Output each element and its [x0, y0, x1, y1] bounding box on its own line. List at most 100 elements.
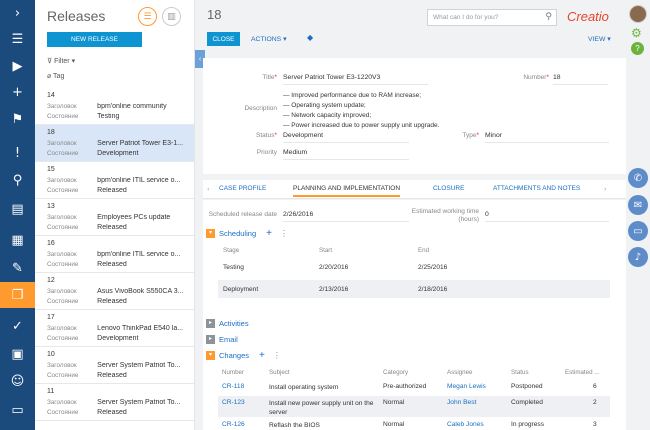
table-link[interactable]: CR-126	[222, 421, 245, 428]
analytics-view-icon[interactable]: ▥	[162, 7, 181, 26]
tab-planning-and-implementation[interactable]: PLANNING AND IMPLEMENTATION	[293, 185, 401, 197]
collapse-icon[interactable]: ▾	[206, 351, 215, 360]
table-link[interactable]: CR-123	[222, 399, 245, 406]
tab-case-profile[interactable]: CASE PROFILE	[219, 185, 266, 192]
column-header[interactable]: Estimated ...	[565, 369, 599, 376]
filter-button[interactable]: ⊽ Filter ▾	[47, 57, 75, 65]
description-field[interactable]: — Improved performance due to RAM increa…	[283, 91, 458, 131]
priority-field[interactable]: Medium	[283, 147, 409, 160]
phone-icon[interactable]: ✆	[628, 168, 648, 188]
column-header[interactable]: End	[418, 247, 429, 254]
list-view-icon[interactable]: ☰	[138, 7, 157, 26]
field-label: Заголовок	[47, 287, 77, 295]
book-icon[interactable]: ▤	[0, 196, 35, 222]
user-settings-icon[interactable]: ☺	[0, 368, 35, 394]
tabs-scroll-right-icon[interactable]: ›	[604, 185, 607, 193]
close-button[interactable]: CLOSE	[207, 32, 240, 46]
record-status-row: Состояние Development	[47, 148, 184, 158]
tag-button[interactable]: ⌀ Tag	[47, 72, 64, 80]
bell-icon[interactable]: ♪	[628, 247, 648, 267]
list-item[interactable]: 15 Заголовок bpm'online ITIL service o... С…	[35, 162, 194, 199]
list-item[interactable]: 13 Заголовок Employees PCs update Состояние…	[35, 199, 194, 236]
more-icon[interactable]: ⋮	[280, 229, 288, 238]
column-header[interactable]: Number	[222, 369, 244, 376]
record-title-row: Заголовок bpm'online ITIL service o...	[47, 249, 184, 259]
chevron-right-icon[interactable]: ›	[0, 0, 35, 26]
gear-icon[interactable]: ⚙	[631, 26, 642, 40]
chat-icon[interactable]: ▭	[628, 221, 648, 241]
column-header[interactable]: Subject	[269, 369, 290, 376]
activities-section[interactable]: ▸ Activities	[206, 319, 249, 328]
list-item[interactable]: 16 Заголовок bpm'online ITIL service o... С…	[35, 236, 194, 273]
avatar[interactable]	[629, 5, 647, 23]
list-item[interactable]: 10 Заголовок Server System Patriot To... Со…	[35, 347, 194, 384]
chat-icon[interactable]: ▭	[0, 397, 35, 423]
plus-icon[interactable]: +	[0, 79, 35, 105]
email-section[interactable]: ▸ Email	[206, 335, 238, 344]
type-label: Type*	[462, 132, 479, 139]
number-field[interactable]: 18	[553, 72, 608, 85]
activities-title: Activities	[219, 319, 249, 328]
table-link[interactable]: John Best	[447, 399, 476, 406]
page-title: 18	[207, 7, 222, 22]
tab-closure[interactable]: CLOSURE	[433, 185, 464, 192]
collapse-icon[interactable]: ▾	[206, 229, 215, 238]
list-item[interactable]: 17 Заголовок Lenovo ThinkPad E540 la... Сос…	[35, 310, 194, 347]
title-field[interactable]: Server Patriot Tower E3-1220V3	[283, 72, 428, 85]
flag-icon[interactable]: ⚑	[0, 106, 35, 132]
scheduled-date-field[interactable]: 2/26/2016	[283, 209, 409, 222]
list-item[interactable]: 14 Заголовок bpm'online community Состояние…	[35, 88, 194, 125]
field-label: Заголовок	[47, 102, 77, 110]
column-header[interactable]: Category	[383, 369, 408, 376]
changes-section[interactable]: ▾ Changes + ⋮	[206, 350, 281, 361]
table-cell: Install operating system	[269, 384, 339, 391]
list-item[interactable]: 12 Заголовок Asus VivoBook S550CA 3... Сост…	[35, 273, 194, 310]
estimated-time-field[interactable]: 0	[485, 209, 609, 222]
releases-icon[interactable]: ❐	[0, 282, 35, 308]
more-icon[interactable]: ⋮	[273, 351, 281, 360]
email-icon[interactable]: ✉	[628, 195, 648, 215]
add-icon[interactable]: +	[259, 350, 265, 361]
dashboard-icon[interactable]: ▦	[0, 227, 35, 253]
table-cell: 3	[593, 421, 597, 428]
number-label: Number*	[523, 74, 549, 81]
add-icon[interactable]: +	[266, 228, 272, 239]
checklist-icon[interactable]: ✓	[0, 313, 35, 339]
play-icon[interactable]: ▶	[0, 53, 35, 79]
table-link[interactable]: Megan Lewis	[447, 383, 486, 390]
search-person-icon[interactable]: ⚲	[0, 167, 35, 193]
search-placeholder: What can I do for you?	[433, 14, 499, 21]
search-icon[interactable]: ⚲	[545, 12, 552, 22]
status-field[interactable]: Development	[283, 130, 409, 143]
list-item[interactable]: 11 Заголовок Server System Patriot To... Со…	[35, 384, 194, 421]
list-item[interactable]: 18 Заголовок Server Patriot Tower E3-1... С…	[35, 125, 194, 162]
column-header[interactable]: Status	[511, 369, 529, 376]
column-header[interactable]: Assignee	[447, 369, 472, 376]
actions-button[interactable]: ACTIONS ▾	[251, 35, 287, 43]
help-icon[interactable]: ?	[631, 42, 644, 55]
document-icon[interactable]: ▣	[0, 341, 35, 367]
menu-icon[interactable]: ☰	[0, 26, 35, 52]
edit-icon[interactable]: ✎	[0, 255, 35, 281]
type-field[interactable]: Minor	[485, 130, 609, 143]
tabs-scroll-left-icon[interactable]: ‹	[207, 185, 210, 193]
column-header[interactable]: Start	[319, 247, 332, 254]
expand-icon[interactable]: ▸	[206, 335, 215, 344]
table-row[interactable]	[218, 280, 610, 298]
table-link[interactable]: Caleb Jones	[447, 421, 484, 428]
record-number: 15	[47, 166, 55, 173]
exclamation-icon[interactable]: !	[0, 140, 35, 166]
new-release-button[interactable]: NEW RELEASE	[47, 32, 142, 47]
table-cell: Reflash the BIOS	[269, 422, 320, 429]
table-row[interactable]	[218, 258, 610, 276]
column-header[interactable]: Stage	[223, 247, 239, 254]
view-button[interactable]: VIEW ▾	[588, 35, 611, 43]
expand-icon[interactable]: ▸	[206, 319, 215, 328]
scheduling-section[interactable]: ▾ Scheduling + ⋮	[206, 228, 288, 239]
table-cell: 2/20/2016	[319, 264, 349, 271]
field-label: Состояние	[47, 149, 79, 157]
tab-attachments-and-notes[interactable]: ATTACHMENTS AND NOTES	[493, 185, 580, 192]
table-link[interactable]: CR-118	[222, 383, 244, 390]
search-input[interactable]: What can I do for you? ⚲	[427, 9, 557, 26]
tag-icon[interactable]: ◆	[307, 33, 313, 42]
